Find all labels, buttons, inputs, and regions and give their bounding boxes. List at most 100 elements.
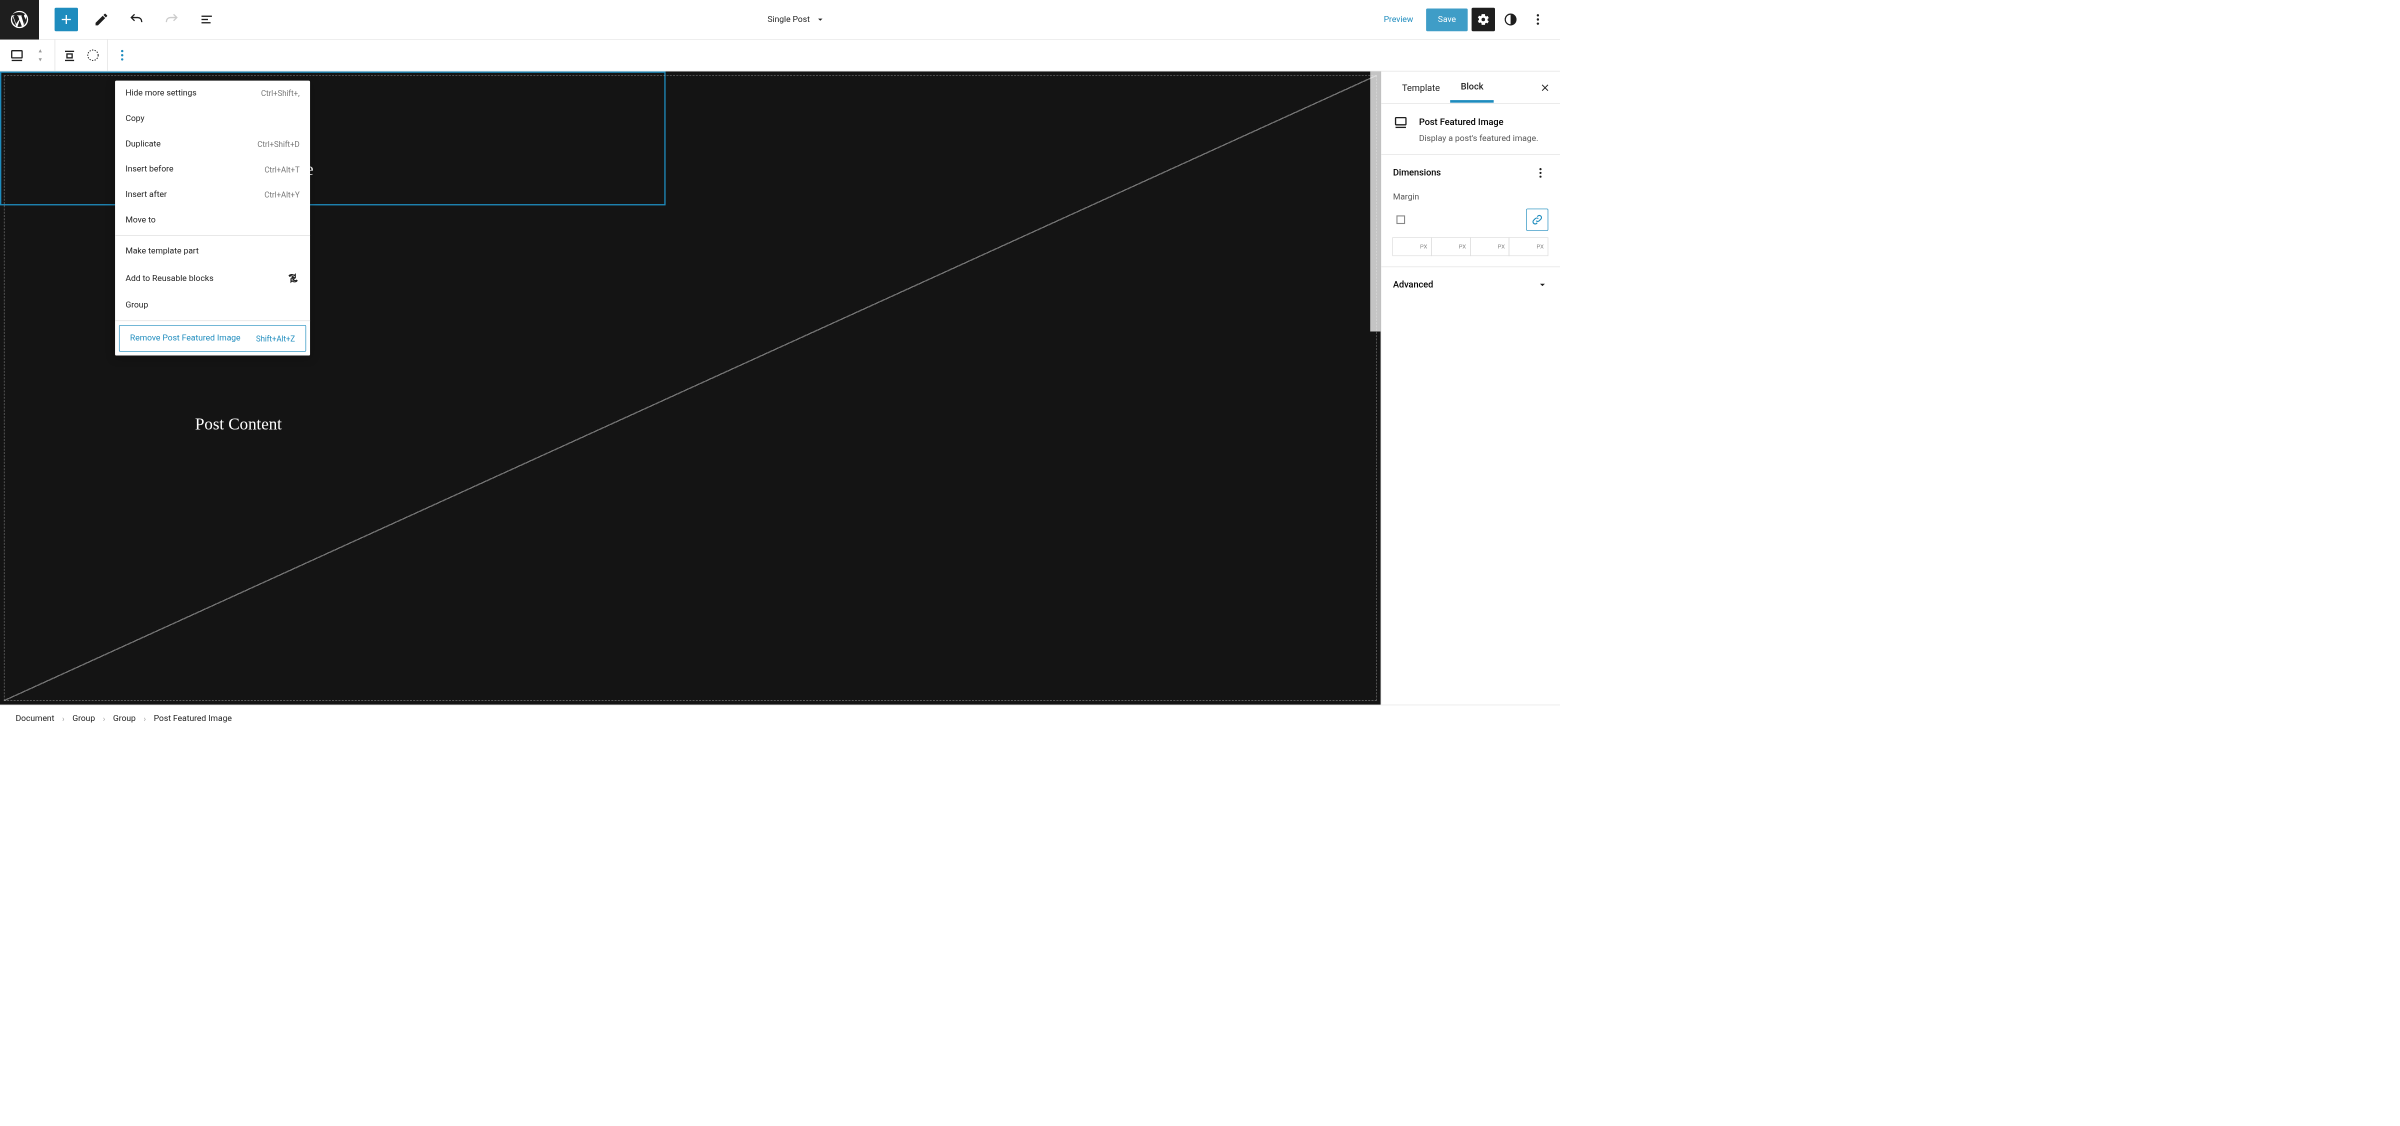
plus-icon bbox=[58, 12, 74, 28]
crop-button[interactable] bbox=[81, 44, 104, 67]
redo-button[interactable] bbox=[160, 8, 183, 31]
align-icon bbox=[62, 47, 78, 63]
crumb-group-2[interactable]: Group bbox=[113, 714, 136, 724]
toolbar-left bbox=[39, 8, 218, 31]
document-title[interactable]: Single Post bbox=[218, 14, 1374, 24]
menu-label: Insert before bbox=[125, 164, 173, 174]
margin-box-indicator bbox=[1393, 212, 1409, 228]
menu-group[interactable]: Group bbox=[115, 293, 310, 318]
menu-add-reusable[interactable]: Add to Reusable blocks bbox=[115, 264, 310, 293]
menu-move-to[interactable]: Move to bbox=[115, 207, 310, 232]
more-options-button[interactable] bbox=[1526, 8, 1549, 31]
menu-shortcut: Ctrl+Alt+Y bbox=[264, 190, 299, 199]
menu-label: Hide more settings bbox=[125, 88, 196, 98]
menu-copy[interactable]: Copy bbox=[115, 106, 310, 131]
menu-separator bbox=[115, 320, 310, 321]
wordpress-logo-button[interactable] bbox=[0, 0, 39, 39]
list-view-icon bbox=[199, 12, 215, 28]
separator bbox=[55, 40, 56, 71]
link-sides-toggle[interactable] bbox=[1526, 209, 1548, 231]
dots-vertical-icon bbox=[115, 48, 129, 62]
menu-hide-settings[interactable]: Hide more settings Ctrl+Shift+, bbox=[115, 81, 310, 106]
tab-block[interactable]: Block bbox=[1450, 72, 1494, 102]
block-more-button[interactable] bbox=[110, 44, 133, 67]
preview-link[interactable]: Preview bbox=[1375, 9, 1423, 29]
menu-label: Remove Post Featured Image bbox=[130, 333, 241, 343]
styles-button[interactable] bbox=[1499, 8, 1522, 31]
move-up-down[interactable]: ▴ ▾ bbox=[29, 44, 52, 67]
featured-image-icon bbox=[1393, 114, 1409, 130]
list-view-button[interactable] bbox=[195, 8, 218, 31]
chevron-right-icon: › bbox=[62, 714, 64, 723]
undo-button[interactable] bbox=[125, 8, 148, 31]
box-icon bbox=[1394, 213, 1407, 226]
gear-icon bbox=[1476, 12, 1490, 26]
chevron-down-icon bbox=[1537, 279, 1549, 291]
chevron-right-icon: › bbox=[144, 714, 146, 723]
margin-label: Margin bbox=[1393, 192, 1548, 202]
margin-top-input[interactable]: PX bbox=[1392, 237, 1431, 256]
menu-shortcut: Ctrl+Alt+T bbox=[264, 165, 299, 174]
menu-shortcut: Shift+Alt+Z bbox=[256, 334, 295, 343]
post-content-block[interactable]: Post Content bbox=[195, 415, 282, 435]
crumb-group-1[interactable]: Group bbox=[72, 714, 95, 724]
menu-label: Add to Reusable blocks bbox=[125, 273, 213, 283]
redo-icon bbox=[164, 12, 180, 28]
menu-label: Move to bbox=[125, 215, 155, 225]
close-sidebar-button[interactable] bbox=[1530, 75, 1560, 100]
add-block-button[interactable] bbox=[55, 8, 78, 31]
menu-label: Duplicate bbox=[125, 139, 160, 149]
wordpress-icon bbox=[9, 9, 30, 30]
separator bbox=[107, 40, 108, 71]
margin-right-input[interactable]: PX bbox=[1431, 237, 1470, 256]
sidebar-tabs: Template Block bbox=[1381, 72, 1560, 104]
reusable-icon bbox=[287, 272, 300, 285]
contrast-icon bbox=[1503, 12, 1517, 26]
align-button[interactable] bbox=[58, 44, 81, 67]
save-button[interactable]: Save bbox=[1426, 8, 1467, 31]
tab-template[interactable]: Template bbox=[1392, 74, 1451, 101]
block-header: Post Featured Image Display a post's fea… bbox=[1381, 103, 1560, 154]
menu-label: Make template part bbox=[125, 246, 198, 256]
crumb-current[interactable]: Post Featured Image bbox=[154, 714, 232, 724]
link-icon bbox=[1531, 213, 1544, 226]
editor-canvas[interactable]: e Post Content Hide more settings Ctrl+S… bbox=[0, 72, 1381, 705]
menu-remove-block[interactable]: Remove Post Featured Image Shift+Alt+Z bbox=[119, 325, 306, 352]
pencil-icon bbox=[94, 12, 110, 28]
featured-image-icon bbox=[9, 47, 25, 63]
breadcrumb: Document › Group › Group › Post Featured… bbox=[0, 705, 1560, 732]
advanced-panel[interactable]: Advanced bbox=[1381, 267, 1560, 302]
block-toolbar: ▴ ▾ bbox=[0, 40, 1560, 72]
margin-bottom-input[interactable]: PX bbox=[1470, 237, 1509, 256]
dimensions-panel: Dimensions Margin PX PX PX PX bbox=[1381, 154, 1560, 267]
menu-make-template-part[interactable]: Make template part bbox=[115, 239, 310, 264]
dots-vertical-icon bbox=[1531, 12, 1545, 26]
page-title-text: Single Post bbox=[768, 15, 810, 25]
menu-label: Copy bbox=[125, 114, 144, 124]
menu-duplicate[interactable]: Duplicate Ctrl+Shift+D bbox=[115, 131, 310, 156]
close-icon bbox=[1539, 82, 1551, 94]
featured-image-block[interactable] bbox=[0, 72, 666, 206]
block-description: Display a post's featured image. bbox=[1393, 130, 1548, 144]
main-area: e Post Content Hide more settings Ctrl+S… bbox=[0, 72, 1560, 705]
advanced-label: Advanced bbox=[1393, 280, 1433, 290]
menu-insert-before[interactable]: Insert before Ctrl+Alt+T bbox=[115, 157, 310, 182]
menu-shortcut: Ctrl+Shift+, bbox=[261, 89, 300, 98]
margin-values: PX PX PX PX bbox=[1393, 237, 1548, 256]
chevron-down-icon bbox=[815, 14, 825, 24]
settings-button[interactable] bbox=[1472, 8, 1495, 31]
block-context-menu: Hide more settings Ctrl+Shift+, Copy Dup… bbox=[115, 81, 310, 356]
block-icon-button[interactable] bbox=[5, 44, 28, 67]
dots-vertical-icon bbox=[1534, 166, 1547, 179]
menu-shortcut: Ctrl+Shift+D bbox=[257, 139, 299, 148]
settings-sidebar: Template Block Post Featured Image Displ… bbox=[1381, 72, 1560, 705]
menu-insert-after[interactable]: Insert after Ctrl+Alt+Y bbox=[115, 182, 310, 207]
menu-label: Group bbox=[125, 300, 148, 310]
dimensions-options-button[interactable] bbox=[1533, 165, 1549, 181]
crumb-document[interactable]: Document bbox=[16, 714, 55, 724]
edit-mode-button[interactable] bbox=[90, 8, 113, 31]
block-title: Post Featured Image bbox=[1419, 117, 1504, 127]
margin-left-input[interactable]: PX bbox=[1509, 237, 1548, 256]
menu-label: Insert after bbox=[125, 190, 166, 200]
top-toolbar: Single Post Preview Save bbox=[0, 0, 1560, 40]
